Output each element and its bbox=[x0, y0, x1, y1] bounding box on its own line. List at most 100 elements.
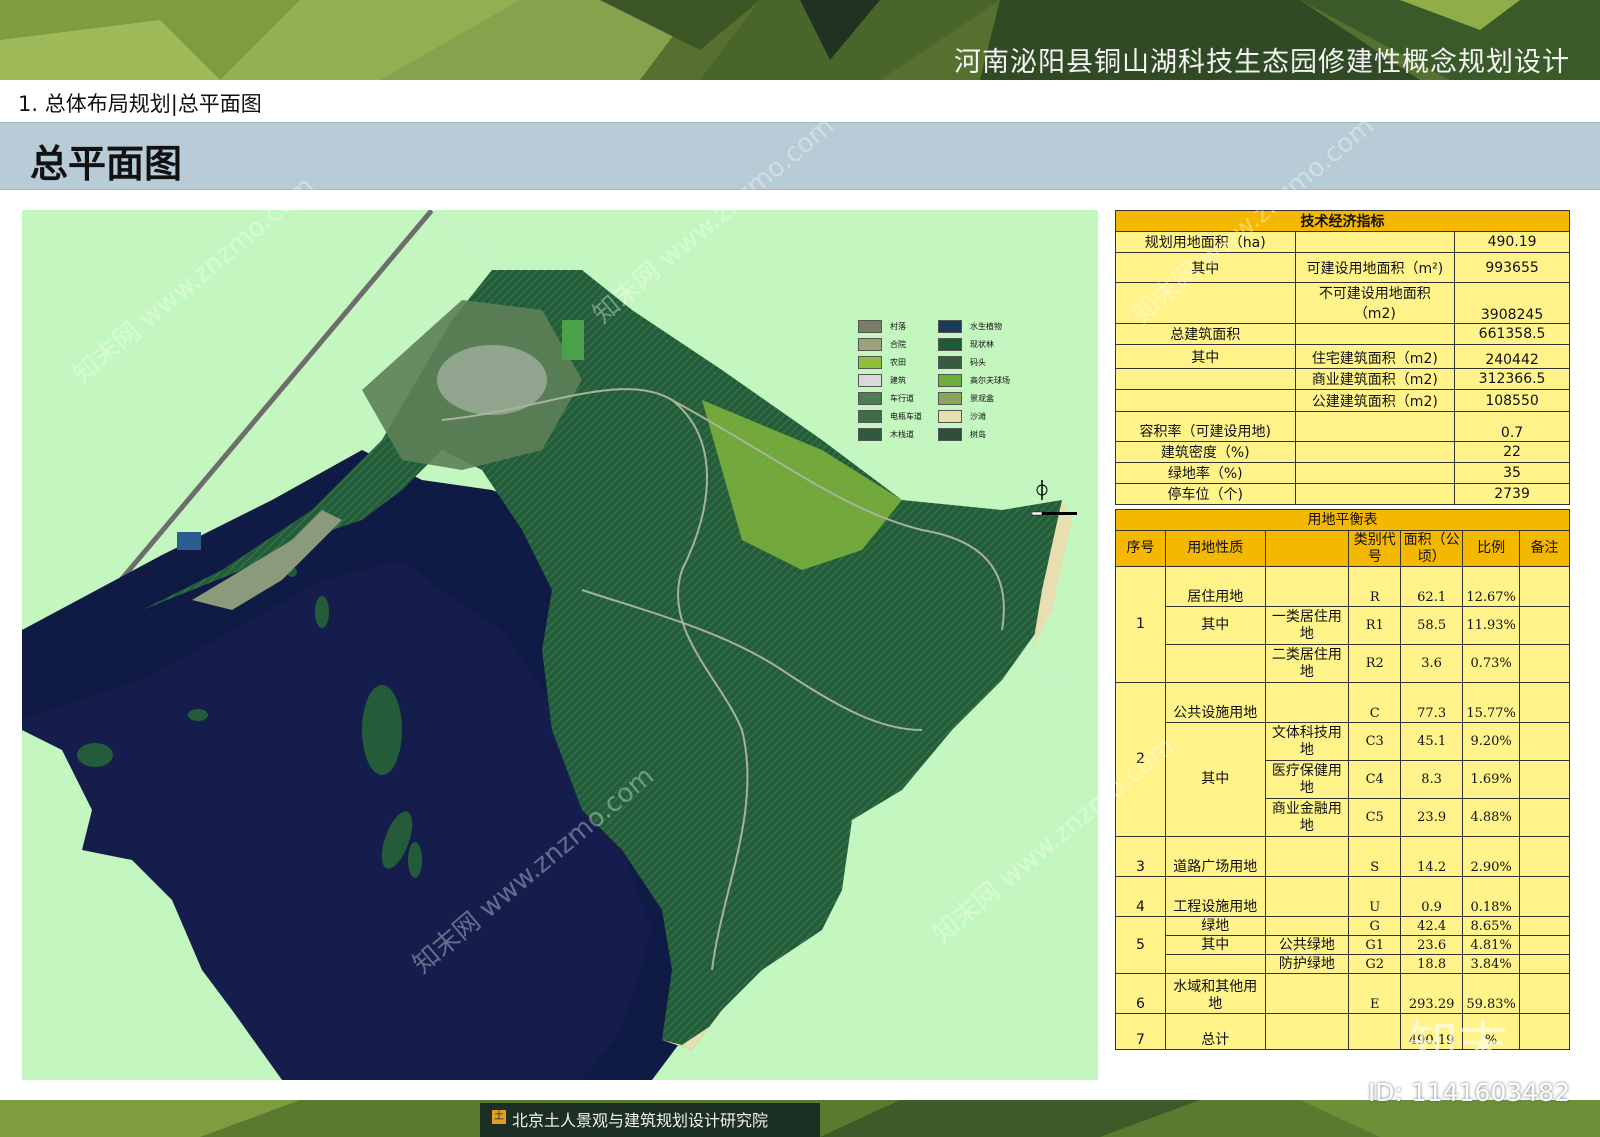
cell-ratio: 9.20% bbox=[1462, 722, 1521, 761]
legend-label: 建筑 bbox=[890, 375, 906, 385]
legend-label: 码头 bbox=[970, 357, 986, 367]
cell-note bbox=[1519, 916, 1570, 936]
cell-ratio: 4.81% bbox=[1462, 935, 1521, 955]
table-row: 容积率（可建设用地) 0.7 bbox=[1115, 411, 1570, 442]
col-header-code: 类别代号 bbox=[1348, 530, 1402, 567]
cell-sub bbox=[1264, 682, 1350, 723]
cell-ratio: 0.73% bbox=[1462, 644, 1521, 683]
table-row: 4 工程设施用地 U 0.9 0.18% bbox=[1115, 876, 1570, 917]
row-value: 22 bbox=[1454, 441, 1570, 463]
cell-code: C bbox=[1348, 682, 1402, 723]
legend-item: 建筑 bbox=[858, 373, 906, 387]
legend-swatch bbox=[858, 337, 882, 351]
cell-ratio: 15.77% bbox=[1462, 682, 1521, 723]
cell-note bbox=[1519, 644, 1570, 683]
col-header-area: 面积（公顷） bbox=[1400, 530, 1464, 567]
table-row: 二类居住用地 R2 3.6 0.73% bbox=[1116, 644, 1570, 683]
table-row: 5 绿地 G 42.4 8.65% bbox=[1115, 916, 1570, 974]
cell-code: C5 bbox=[1348, 798, 1402, 837]
legend-label: 景观盒 bbox=[970, 393, 994, 403]
row-label: 建筑密度（%) bbox=[1115, 441, 1296, 463]
cell-area: 18.8 bbox=[1400, 954, 1464, 974]
cell-note bbox=[1519, 954, 1570, 974]
cell-note bbox=[1519, 722, 1570, 761]
row-sub bbox=[1294, 462, 1456, 484]
cell-code: R bbox=[1348, 566, 1402, 607]
table-row: 商业建筑面积（m2) 312366.5 bbox=[1115, 368, 1570, 390]
legend-label: 合院 bbox=[890, 339, 906, 349]
legend-label: 木栈道 bbox=[890, 429, 914, 439]
map-drawing bbox=[22, 210, 1098, 1080]
cell-ratio: 3.84% bbox=[1462, 954, 1521, 974]
legend-swatch bbox=[938, 337, 962, 351]
legend-label: 村落 bbox=[890, 321, 906, 331]
cell-note bbox=[1519, 566, 1570, 607]
cell-code: E bbox=[1348, 973, 1402, 1014]
cell-area: 8.3 bbox=[1400, 760, 1464, 799]
row-value: 993655 bbox=[1454, 252, 1570, 283]
cell-no: 6 bbox=[1115, 973, 1166, 1014]
legend-item: 车行道 bbox=[858, 391, 914, 405]
legend-item: 沙滩 bbox=[938, 409, 986, 423]
cell-note bbox=[1519, 798, 1570, 837]
col-header-type: 用地性质 bbox=[1164, 530, 1266, 567]
cell-type: 其中 bbox=[1164, 935, 1266, 955]
legend-swatch bbox=[938, 355, 962, 369]
cell-ratio: 4.88% bbox=[1462, 798, 1521, 837]
image-id: ID: 1141603482 bbox=[1367, 1078, 1570, 1107]
cell-area: 42.4 bbox=[1400, 916, 1464, 936]
legend-item: 农田 bbox=[858, 355, 906, 369]
institute-logo-icon: 土 bbox=[492, 1110, 506, 1124]
legend-swatch bbox=[938, 409, 962, 423]
row-value: 240442 bbox=[1454, 344, 1570, 369]
cell-ratio: 8.65% bbox=[1462, 916, 1521, 936]
table-row: 防护绿地 G2 18.8 3.84% bbox=[1116, 954, 1570, 974]
col-header-ratio: 比例 bbox=[1462, 530, 1521, 567]
page-title: 总平面图 bbox=[30, 142, 183, 186]
legend-label: 高尔夫球场 bbox=[970, 375, 1010, 385]
cell-type: 其中 bbox=[1164, 606, 1266, 645]
cell-sub bbox=[1264, 836, 1350, 877]
cell-code: G1 bbox=[1348, 935, 1402, 955]
row-label bbox=[1115, 389, 1296, 412]
table-row: 停车位（个) 2739 bbox=[1115, 483, 1570, 505]
cell-type: 居住用地 bbox=[1164, 566, 1266, 607]
section-label: 1. 总体布局规划|总平面图 bbox=[18, 92, 262, 116]
row-sub: 住宅建筑面积（m2) bbox=[1294, 344, 1456, 369]
row-label: 绿地率（%) bbox=[1115, 462, 1296, 484]
cell-type: 工程设施用地 bbox=[1164, 876, 1266, 917]
header-banner: 河南泌阳县铜山湖科技生态园修建性概念规划设计 bbox=[0, 0, 1600, 80]
cell-type bbox=[1164, 954, 1266, 974]
row-label: 其中 bbox=[1115, 344, 1296, 369]
table-row: 建筑密度（%) 22 bbox=[1115, 441, 1570, 463]
cell-ratio: 0.18% bbox=[1462, 876, 1521, 917]
legend-label: 现状林 bbox=[970, 339, 994, 349]
cell-no: 4 bbox=[1115, 876, 1166, 917]
row-value: 35 bbox=[1454, 462, 1570, 484]
cell-type: 公共设施用地 bbox=[1164, 682, 1266, 723]
legend-label: 沙滩 bbox=[970, 411, 986, 421]
cell-note bbox=[1519, 935, 1570, 955]
institute-name: 北京土人景观与建筑规划设计研究院 bbox=[512, 1111, 769, 1130]
cell-type: 其中 bbox=[1164, 722, 1266, 837]
legend-item: 高尔夫球场 bbox=[938, 373, 1010, 387]
row-label: 容积率（可建设用地) bbox=[1115, 411, 1296, 442]
legend-swatch bbox=[858, 319, 882, 333]
cell-code: C3 bbox=[1348, 722, 1402, 761]
legend-label: 树岛 bbox=[970, 429, 986, 439]
cell-note bbox=[1519, 606, 1570, 645]
cell-sub bbox=[1264, 876, 1350, 917]
table-row: 其中 住宅建筑面积（m2) 240442 bbox=[1115, 344, 1570, 369]
table-row: 其中 一类居住用地 R1 58.5 11.93% bbox=[1116, 606, 1570, 645]
row-value: 108550 bbox=[1454, 389, 1570, 412]
row-value: 312366.5 bbox=[1454, 368, 1570, 390]
row-sub bbox=[1294, 441, 1456, 463]
row-sub bbox=[1294, 323, 1456, 345]
cell-area: 23.6 bbox=[1400, 935, 1464, 955]
cell-type: 绿地 bbox=[1164, 916, 1266, 936]
project-title: 河南泌阳县铜山湖科技生态园修建性概念规划设计 bbox=[954, 47, 1570, 78]
row-sub bbox=[1294, 231, 1456, 253]
legend-item: 电瓶车道 bbox=[858, 409, 922, 423]
legend-swatch bbox=[858, 373, 882, 387]
cell-code: S bbox=[1348, 836, 1402, 877]
